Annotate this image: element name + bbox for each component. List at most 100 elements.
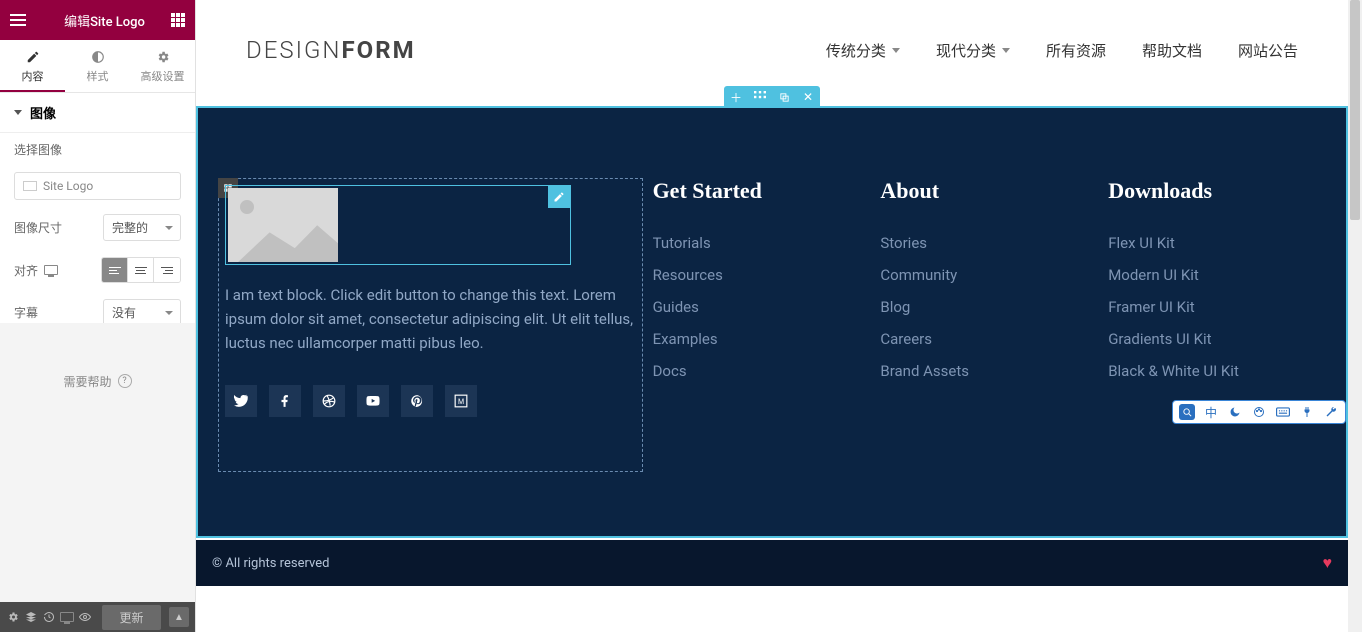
image-size-select[interactable]: 完整的 xyxy=(103,214,181,241)
footer-link[interactable]: Modern UI Kit xyxy=(1108,266,1326,284)
responsive-icon[interactable] xyxy=(44,265,58,275)
history-icon[interactable] xyxy=(42,610,56,624)
scrollbar-thumb[interactable] xyxy=(1350,0,1360,220)
footer-column-downloads: Downloads Flex UI Kit Modern UI Kit Fram… xyxy=(1108,178,1326,536)
image-size-row: 图像尺寸 完整的 xyxy=(0,206,195,249)
inspect-icon[interactable] xyxy=(1179,404,1195,420)
dribbble-icon[interactable] xyxy=(313,385,345,417)
medium-icon[interactable]: M xyxy=(445,385,477,417)
floating-toolbar: 中 xyxy=(1172,400,1346,424)
site-logo-text: DESIGNFORM xyxy=(246,36,416,64)
footer-link[interactable]: Blog xyxy=(880,298,1098,316)
preview-icon[interactable] xyxy=(78,610,92,624)
footer-link[interactable]: Tutorials xyxy=(653,234,871,252)
publish-options-button[interactable]: ▲ xyxy=(169,607,189,627)
align-left-button[interactable] xyxy=(102,258,128,282)
dark-mode-icon[interactable] xyxy=(1227,404,1243,420)
footer-link[interactable]: Examples xyxy=(653,330,871,348)
column-title: Get Started xyxy=(653,178,871,204)
column-title: Downloads xyxy=(1108,178,1326,204)
caption-row: 字幕 没有 xyxy=(0,291,195,323)
tab-advanced[interactable]: 高级设置 xyxy=(130,40,195,92)
wrench-icon[interactable] xyxy=(1323,404,1339,420)
align-center-button[interactable] xyxy=(128,258,154,282)
footer-link[interactable]: Careers xyxy=(880,330,1098,348)
sidebar-header: 编辑Site Logo xyxy=(0,0,195,40)
lang-toggle[interactable]: 中 xyxy=(1203,404,1219,420)
edit-widget-button[interactable] xyxy=(548,186,570,208)
help-icon: ? xyxy=(118,374,132,388)
chevron-down-icon xyxy=(1002,48,1010,53)
site-logo-selector[interactable]: Site Logo xyxy=(14,172,181,200)
widgets-grid-icon[interactable] xyxy=(171,13,185,27)
copyright-text: © All rights reserved xyxy=(212,556,329,571)
footer-link[interactable]: Brand Assets xyxy=(880,362,1098,380)
update-button[interactable]: 更新 xyxy=(102,605,161,630)
editor-canvas: DESIGNFORM 传统分类 现代分类 所有资源 帮助文档 网站公告 ＋ ✕ … xyxy=(196,0,1348,632)
twitter-icon[interactable] xyxy=(225,385,257,417)
footer-section[interactable]: I am text block. Click edit button to ch… xyxy=(196,106,1348,538)
edit-section-button[interactable] xyxy=(748,86,772,108)
tab-style[interactable]: 样式 xyxy=(65,40,130,92)
vertical-scrollbar[interactable] xyxy=(1348,0,1362,632)
nav-item-0[interactable]: 传统分类 xyxy=(826,40,900,61)
navigator-icon[interactable] xyxy=(24,610,38,624)
pinterest-icon[interactable] xyxy=(401,385,433,417)
site-logo-widget[interactable] xyxy=(225,185,571,265)
footer-link[interactable]: Gradients UI Kit xyxy=(1108,330,1326,348)
facebook-icon[interactable] xyxy=(269,385,301,417)
add-section-button[interactable]: ＋ xyxy=(724,86,748,108)
sidebar-tabs: 内容 样式 高级设置 xyxy=(0,40,195,93)
footer-link[interactable]: Framer UI Kit xyxy=(1108,298,1326,316)
menu-icon[interactable] xyxy=(10,14,26,26)
help-link[interactable]: 需要帮助 ? xyxy=(63,373,131,390)
select-image-label: 选择图像 xyxy=(0,133,195,166)
footer-column-left[interactable]: I am text block. Click edit button to ch… xyxy=(218,178,643,472)
delete-section-button[interactable]: ✕ xyxy=(796,86,820,108)
youtube-icon[interactable] xyxy=(357,385,389,417)
caption-select[interactable]: 没有 xyxy=(103,299,181,323)
footer-link[interactable]: Resources xyxy=(653,266,871,284)
sidebar-title: 编辑Site Logo xyxy=(38,11,171,30)
palette-icon[interactable] xyxy=(1251,404,1267,420)
nav-links: 传统分类 现代分类 所有资源 帮助文档 网站公告 xyxy=(826,40,1298,61)
help-area: 需要帮助 ? xyxy=(0,323,195,603)
keyboard-icon[interactable] xyxy=(1275,404,1291,420)
footer-link[interactable]: Stories xyxy=(880,234,1098,252)
nav-item-4[interactable]: 网站公告 xyxy=(1238,40,1298,61)
social-icons: M xyxy=(225,385,636,417)
footer-column-getstarted: Get Started Tutorials Resources Guides E… xyxy=(653,178,871,536)
section-handle: ＋ ✕ xyxy=(724,86,820,108)
sidebar-footer: 更新 ▲ xyxy=(0,602,195,632)
heart-icon[interactable]: ♥ xyxy=(1323,553,1333,573)
align-control xyxy=(101,257,181,283)
copyright-bar: © All rights reserved ♥ xyxy=(196,540,1348,586)
tab-content[interactable]: 内容 xyxy=(0,40,65,92)
image-thumb-icon xyxy=(23,181,37,191)
footer-link[interactable]: Community xyxy=(880,266,1098,284)
plug-icon[interactable] xyxy=(1299,404,1315,420)
settings-icon[interactable] xyxy=(6,610,20,624)
nav-item-1[interactable]: 现代分类 xyxy=(936,40,1010,61)
section-image-toggle[interactable]: 图像 xyxy=(0,93,195,133)
align-right-button[interactable] xyxy=(154,258,180,282)
text-block[interactable]: I am text block. Click edit button to ch… xyxy=(225,283,636,355)
footer-column-about: About Stories Community Blog Careers Bra… xyxy=(880,178,1098,536)
responsive-mode-icon[interactable] xyxy=(60,610,74,624)
chevron-down-icon xyxy=(14,110,22,115)
align-row: 对齐 xyxy=(0,249,195,291)
svg-text:M: M xyxy=(458,398,464,406)
editor-sidebar: 编辑Site Logo 内容 样式 高级设置 图像 选择图像 Site Logo xyxy=(0,0,196,632)
footer-link[interactable]: Docs xyxy=(653,362,871,380)
site-topnav: DESIGNFORM 传统分类 现代分类 所有资源 帮助文档 网站公告 xyxy=(196,0,1348,100)
column-title: About xyxy=(880,178,1098,204)
footer-link[interactable]: Black & White UI Kit xyxy=(1108,362,1326,380)
duplicate-section-button[interactable] xyxy=(772,86,796,108)
footer-link[interactable]: Flex UI Kit xyxy=(1108,234,1326,252)
image-placeholder-icon xyxy=(228,188,338,262)
nav-item-2[interactable]: 所有资源 xyxy=(1046,40,1106,61)
chevron-down-icon xyxy=(892,48,900,53)
nav-item-3[interactable]: 帮助文档 xyxy=(1142,40,1202,61)
panel-body: 图像 选择图像 Site Logo 图像尺寸 完整的 对齐 字幕 没有 链接 xyxy=(0,93,195,323)
footer-link[interactable]: Guides xyxy=(653,298,871,316)
